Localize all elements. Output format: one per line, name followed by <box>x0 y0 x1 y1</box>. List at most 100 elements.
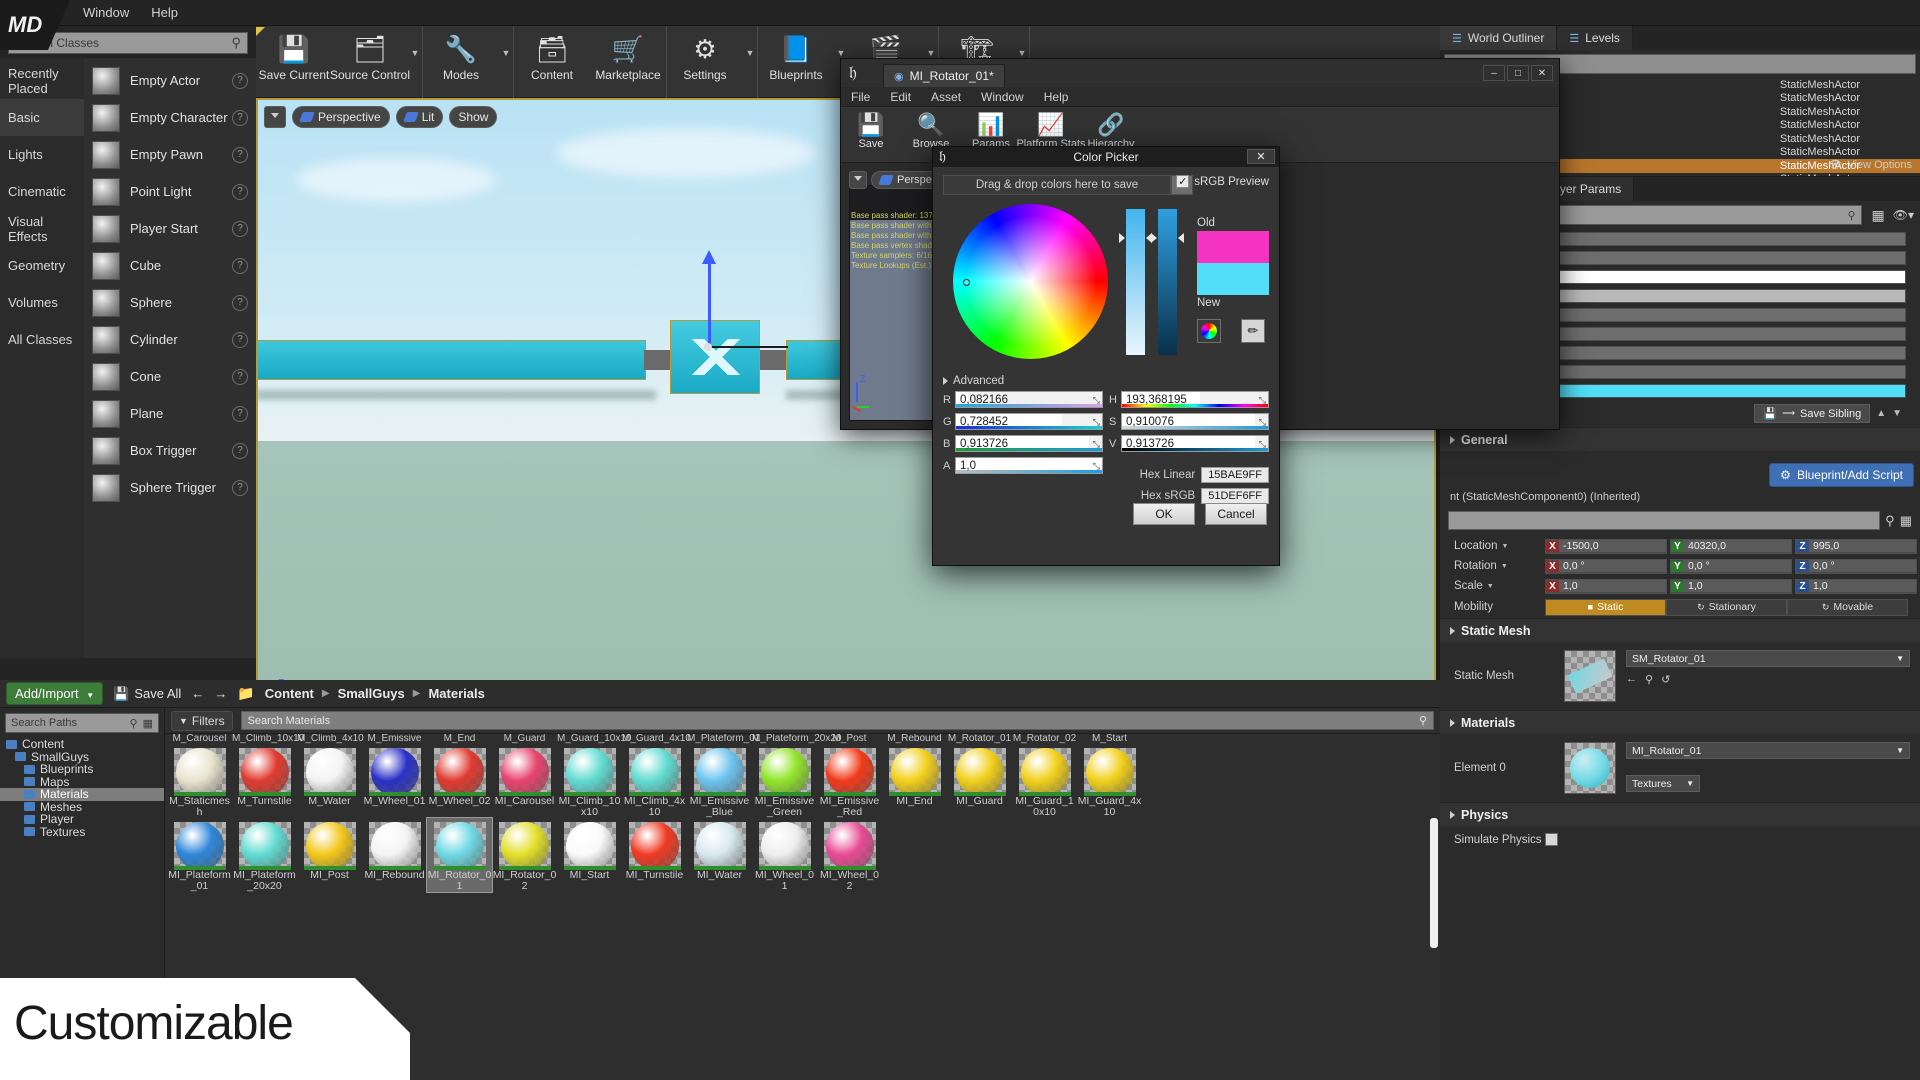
asset-item[interactable]: MI_Guard_4x10 <box>1077 744 1142 818</box>
layer-row-value[interactable]: 0,619608 <box>1505 346 1906 360</box>
simulate-physics-checkbox[interactable] <box>1545 833 1558 846</box>
mobility-stationary-button[interactable]: ↻Stationary <box>1666 599 1787 616</box>
mobility-static-button[interactable]: ■Static <box>1545 599 1666 616</box>
material-editor-tab[interactable]: ◉ MI_Rotator_01* <box>883 64 1005 87</box>
alpha-slider-handle-left[interactable] <box>1151 233 1157 243</box>
channel-input-s[interactable]: 0,910076⤡ <box>1121 413 1269 430</box>
asset-item[interactable]: MI_Rotator_02 <box>492 818 557 892</box>
layer-row-value[interactable]: 0,6 <box>1505 327 1906 341</box>
alpha-slider[interactable] <box>1158 209 1177 355</box>
save-all-button[interactable]: 💾 Save All <box>113 686 181 702</box>
save-button[interactable]: 💾Save <box>841 107 901 162</box>
asset-item[interactable]: MI_Rotator_01 <box>427 818 492 892</box>
viewport-options-button[interactable] <box>264 106 286 128</box>
place-category-volumes[interactable]: Volumes <box>0 284 84 321</box>
spinner-icon[interactable]: ⤡ <box>1093 439 1100 450</box>
asset-search-input[interactable]: Search Materials ⚲ <box>241 711 1434 730</box>
breadcrumb-item-materials[interactable]: Materials <box>428 686 484 701</box>
layer-row-value[interactable] <box>1505 384 1906 398</box>
asset-item[interactable]: MI_Guard <box>947 744 1012 818</box>
path-tree-smallguys[interactable]: SmallGuys <box>0 751 164 764</box>
details-section-static-mesh[interactable]: Static Mesh <box>1440 618 1920 642</box>
place-category-basic[interactable]: Basic <box>0 99 84 136</box>
filters-button[interactable]: ▼ Filters <box>171 711 233 731</box>
asset-item[interactable]: MI_Emissive_Blue <box>687 744 752 818</box>
place-item-cylinder[interactable]: Cylinder? <box>84 321 256 358</box>
cancel-button[interactable]: Cancel <box>1205 503 1267 525</box>
hex-srgb-value[interactable]: 51DEF6FF <box>1201 488 1269 504</box>
back-button[interactable]: ← <box>191 686 204 701</box>
place-item-sphere-trigger[interactable]: Sphere Trigger? <box>84 469 256 506</box>
path-tree-meshes[interactable]: Meshes <box>0 801 164 814</box>
rotation-y-field[interactable]: Y0,0 ° <box>1670 559 1792 574</box>
value-slider[interactable] <box>1126 209 1145 355</box>
place-item-point-light[interactable]: Point Light? <box>84 173 256 210</box>
place-category-cinematic[interactable]: Cinematic <box>0 173 84 210</box>
textures-combo[interactable]: Textures ▼ <box>1626 775 1700 792</box>
old-color-swatch[interactable] <box>1197 231 1269 263</box>
asset-item[interactable]: MI_Wheel_02 <box>817 818 882 892</box>
asset-item[interactable]: MI_Start <box>557 818 622 892</box>
scale-x-field[interactable]: X1,0 <box>1545 579 1667 594</box>
location-z-field[interactable]: Z995,0 <box>1795 539 1917 554</box>
spinner-icon[interactable]: ⤡ <box>1093 417 1100 428</box>
settings-button[interactable]: ⚙Settings <box>667 26 743 98</box>
channel-input-r[interactable]: 0,082166⤡ <box>955 391 1103 408</box>
path-tree-blueprints[interactable]: Blueprints <box>0 763 164 776</box>
material-editor-titlebar[interactable]: 𝔥 ◉ MI_Rotator_01* –□✕ <box>841 59 1559 87</box>
chevron-down-icon[interactable]: ▼ <box>1501 563 1508 570</box>
asset-item[interactable]: M_Turnstile <box>232 744 297 818</box>
mobility-movable-button[interactable]: ↻Movable <box>1787 599 1908 616</box>
spinner-icon[interactable]: ⤡ <box>1259 439 1266 450</box>
blueprints-button[interactable]: 📘Blueprints <box>758 26 834 98</box>
spinner-icon[interactable]: ⤡ <box>1259 395 1266 406</box>
browse-clear-icon[interactable]: ↺ <box>1661 673 1670 686</box>
color-wheel[interactable] <box>953 204 1108 359</box>
channel-input-v[interactable]: 0,913726⤡ <box>1121 435 1269 452</box>
spinner-icon[interactable]: ⤡ <box>1093 461 1100 472</box>
asset-item[interactable]: MI_Guard_10x10 <box>1012 744 1077 818</box>
place-item-empty-character[interactable]: Empty Character? <box>84 99 256 136</box>
layer-row-value[interactable]: 1,0 <box>1505 365 1906 379</box>
list-view-icon[interactable]: ▦ <box>143 717 153 730</box>
asset-item[interactable]: MI_Water <box>687 818 752 892</box>
advanced-toggle[interactable]: Advanced <box>943 375 1004 387</box>
chevron-down-icon[interactable]: ▼ <box>1487 583 1494 590</box>
asset-item[interactable]: MI_Emissive_Green <box>752 744 817 818</box>
forward-button[interactable]: → <box>214 686 227 701</box>
viewport-show-menu-button[interactable]: Show <box>449 106 497 128</box>
viewport-camera-mode-button[interactable]: Perspective <box>292 106 390 128</box>
place-item-cube[interactable]: Cube? <box>84 247 256 284</box>
gizmo-x-axis[interactable] <box>708 346 788 348</box>
drag-drop-colors-area[interactable]: Drag & drop colors here to save <box>943 175 1171 195</box>
save-current-button[interactable]: 💾Save Current <box>256 26 332 98</box>
asset-item[interactable]: MI_Emissive_Red <box>817 744 882 818</box>
blueprint-add-script-button[interactable]: ⚙ Blueprint/Add Script <box>1769 463 1914 487</box>
modes-button[interactable]: 🔧Modes <box>423 26 499 98</box>
tab-world-outliner[interactable]: ☰World Outliner <box>1440 26 1557 50</box>
material-menu-help[interactable]: Help <box>1034 90 1079 104</box>
gizmo-z-axis[interactable] <box>708 258 711 350</box>
grid-view-icon[interactable]: ▦ <box>1872 207 1885 224</box>
menu-item-window[interactable]: Window <box>72 0 140 26</box>
asset-item[interactable]: MI_Rebound <box>362 818 427 892</box>
place-item-sphere[interactable]: Sphere? <box>84 284 256 321</box>
location-y-field[interactable]: Y40320,0 <box>1670 539 1792 554</box>
hex-linear-value[interactable]: 15BAE9FF <box>1201 467 1269 483</box>
eyedropper-icon[interactable]: ✏ <box>1241 319 1265 343</box>
place-item-box-trigger[interactable]: Box Trigger? <box>84 432 256 469</box>
view-options-button[interactable]: 👁 View Options <box>1828 158 1912 171</box>
color-picker-titlebar[interactable]: 𝔥 Color Picker ✕ <box>933 147 1279 167</box>
search-icon[interactable]: ⚲ <box>1885 513 1895 529</box>
material-menu-file[interactable]: File <box>841 90 880 104</box>
static-mesh-thumbnail[interactable] <box>1564 650 1616 702</box>
new-color-swatch[interactable] <box>1197 263 1269 295</box>
layer-row-value[interactable]: 1,0 <box>1505 232 1906 246</box>
channel-input-g[interactable]: 0,728452⤡ <box>955 413 1103 430</box>
channel-input-a[interactable]: 1,0⤡ <box>955 457 1103 474</box>
place-item-empty-actor[interactable]: Empty Actor? <box>84 62 256 99</box>
place-item-empty-pawn[interactable]: Empty Pawn? <box>84 136 256 173</box>
minimize-icon[interactable]: – <box>1483 65 1505 81</box>
gizmo-origin[interactable] <box>704 343 712 351</box>
viewport-view-mode-button[interactable]: Lit <box>396 106 444 128</box>
